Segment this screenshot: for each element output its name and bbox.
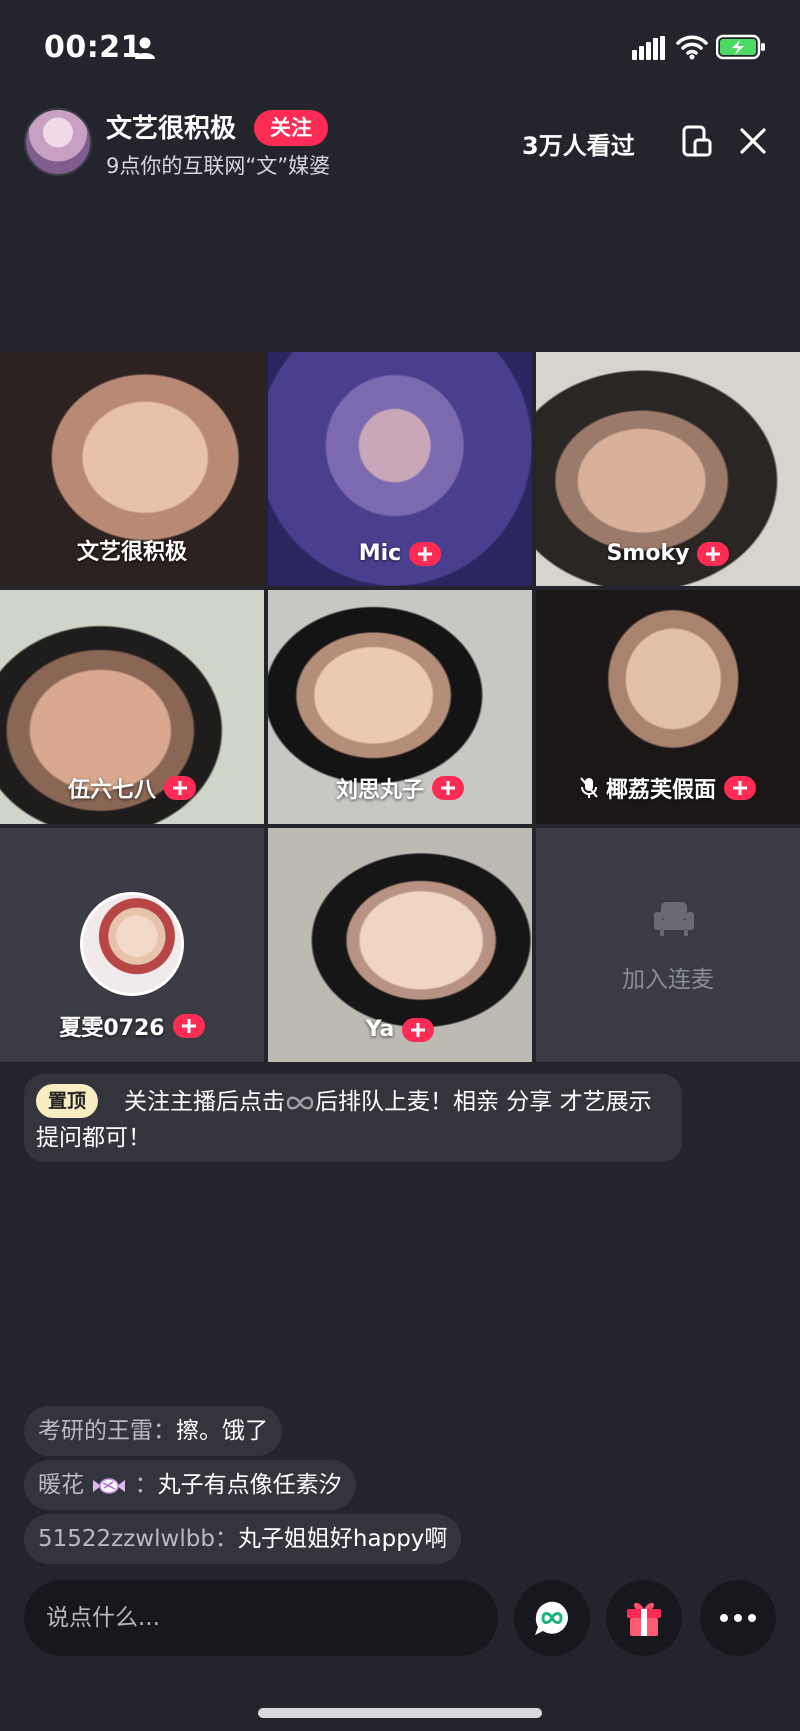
- chat-separator: ：: [134, 1472, 158, 1498]
- guest-label: Mic: [268, 541, 532, 566]
- chat-message[interactable]: 暖花 ：丸子有点像任素汐: [24, 1460, 356, 1510]
- chat-user[interactable]: 考研的王雷：: [38, 1418, 176, 1444]
- chat-user[interactable]: 暖花: [38, 1472, 84, 1498]
- person-icon: [135, 37, 155, 59]
- close-icon[interactable]: [736, 124, 770, 158]
- status-time: 00:21: [44, 30, 142, 65]
- host-name[interactable]: 文艺很积极: [106, 108, 236, 145]
- add-guest-button[interactable]: [409, 541, 442, 566]
- guest-label: 夏雯0726: [0, 1010, 264, 1042]
- home-indicator[interactable]: [258, 1708, 542, 1718]
- pin-badge: 置顶: [36, 1084, 99, 1118]
- seat-icon: [654, 902, 694, 936]
- guest-name: Ya: [365, 1017, 395, 1042]
- follow-button[interactable]: 关注: [254, 110, 328, 146]
- link-icon: [286, 1096, 314, 1109]
- add-guest-button[interactable]: [432, 776, 464, 800]
- add-guest-button[interactable]: [697, 541, 730, 566]
- guest-avatar: [80, 892, 184, 996]
- chat-text: 丸子姐姐好happy啊: [237, 1526, 448, 1552]
- add-guest-button[interactable]: [724, 776, 756, 800]
- pinned-message: 关注主播后点击 后排队上麦！相亲 分享 才艺展示 提问都可！ 置顶: [24, 1074, 682, 1162]
- link-icon: [535, 1601, 568, 1635]
- gift-button[interactable]: [606, 1580, 682, 1656]
- guest-tile[interactable]: Smoky: [536, 352, 800, 586]
- guest-grid: 文艺很积极 Mic Smoky 伍六七八 刘思丸子 椰荔芙假面 夏雯0726 Y…: [0, 352, 800, 1062]
- guest-tile[interactable]: Ya: [268, 828, 532, 1062]
- battery-icon: [716, 34, 765, 60]
- guest-name: Smoky: [606, 541, 690, 566]
- chat-user[interactable]: 51522zzwlwlbb：: [38, 1526, 238, 1552]
- candy-icon: [93, 1477, 126, 1494]
- pinned-text: 关注主播后点击 后排队上麦！相亲 分享 才艺展示 提问都可！: [36, 1084, 672, 1156]
- signal-icon: [632, 36, 665, 60]
- status-bar: 00:21: [0, 0, 800, 100]
- guest-tile[interactable]: 夏雯0726: [0, 828, 264, 1062]
- gift-icon: [627, 1602, 661, 1636]
- wifi-icon: [676, 35, 708, 60]
- add-guest-button[interactable]: [172, 1014, 205, 1038]
- more-icon: [720, 1614, 756, 1622]
- add-guest-button[interactable]: [164, 776, 196, 800]
- guest-tile[interactable]: 椰荔芙假面: [536, 590, 800, 824]
- guest-label: 文艺很积极: [0, 534, 264, 566]
- pinned-text-before: 关注主播后点击: [124, 1089, 285, 1115]
- guest-label: 刘思丸子: [268, 772, 532, 804]
- guest-name: 夏雯0726: [59, 1016, 165, 1041]
- chat-text: 擦。饿了: [176, 1418, 268, 1444]
- live-header: 文艺很积极 关注 9点你的互联网“文”媒婆 3万人看过: [0, 100, 800, 190]
- chat-message[interactable]: 考研的王雷：擦。饿了: [24, 1406, 282, 1456]
- chat-text: 丸子有点像任素汐: [157, 1472, 342, 1498]
- guest-tile[interactable]: 伍六七八: [0, 590, 264, 824]
- host-avatar[interactable]: [24, 108, 92, 176]
- guest-label: Smoky: [536, 541, 800, 566]
- guest-label: 伍六七八: [0, 772, 264, 804]
- guest-name: 刘思丸子: [335, 778, 424, 803]
- guest-label: 椰荔芙假面: [536, 772, 800, 804]
- guest-tile[interactable]: 刘思丸子: [268, 590, 532, 824]
- guest-name: 文艺很积极: [76, 540, 187, 565]
- chat-message[interactable]: 51522zzwlwlbb：丸子姐姐好happy啊: [24, 1514, 462, 1564]
- guest-label: Ya: [268, 1017, 532, 1042]
- guest-name: 伍六七八: [67, 778, 156, 803]
- join-mic-label: 加入连麦: [622, 967, 714, 993]
- link-mic-button[interactable]: [514, 1580, 590, 1656]
- guest-tile[interactable]: Mic: [268, 352, 532, 586]
- more-button[interactable]: [700, 1580, 776, 1656]
- pip-icon[interactable]: [680, 124, 714, 158]
- host-subtitle: 9点你的互联网“文”媒婆: [106, 154, 331, 178]
- add-guest-button[interactable]: [402, 1017, 435, 1042]
- mic-off-icon: [580, 777, 598, 798]
- join-mic-tile[interactable]: 加入连麦: [536, 828, 800, 1062]
- guest-tile[interactable]: 文艺很积极: [0, 352, 264, 586]
- comment-input[interactable]: 说点什么...: [24, 1580, 498, 1656]
- guest-name: Mic: [358, 541, 402, 566]
- viewer-count[interactable]: 3万人看过: [522, 126, 635, 161]
- guest-name: 椰荔芙假面: [605, 778, 716, 803]
